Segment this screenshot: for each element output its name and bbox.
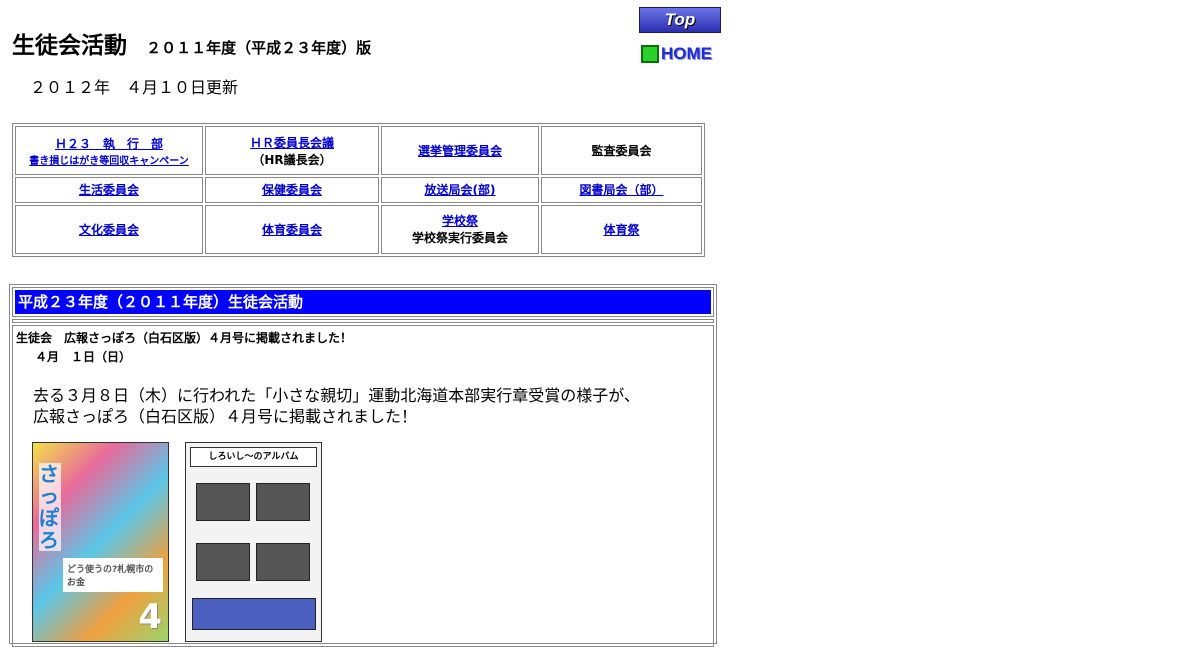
magazine-title: さっぽろ	[39, 462, 61, 552]
nav-cell-audit: 監査委員会	[541, 126, 702, 176]
album-photo	[256, 543, 310, 581]
nav-link-hr-chairs[interactable]: ＨＲ委員長会議	[250, 136, 334, 150]
news-section: 平成２３年度（２０１１年度）生徒会活動 生徒会 広報さっぽろ（白石区版）４月号に…	[9, 284, 717, 647]
nav-cell-election: 選挙管理委員会	[381, 126, 539, 176]
nav-cell-health: 保健委員会	[205, 177, 379, 203]
news-item-title: 生徒会 広報さっぽろ（白石区版）４月号に掲載されました！	[16, 331, 353, 345]
nav-cell-sports: 体育委員会	[205, 204, 379, 254]
nav-hr-sub: （HR議長会）	[252, 152, 332, 167]
magazine-issue: 4	[138, 597, 162, 637]
nav-link-sports[interactable]: 体育委員会	[262, 223, 322, 237]
nav-cell-sports-day: 体育祭	[541, 204, 702, 254]
nav-link-festival[interactable]: 学校祭	[442, 214, 478, 228]
home-icon	[641, 45, 659, 63]
magazine-cover-image[interactable]: さっぽろ どう使うの?札幌市のお金 4	[32, 442, 169, 642]
nav-link-election[interactable]: 選挙管理委員会	[418, 144, 502, 158]
nav-link-life[interactable]: 生活委員会	[79, 183, 139, 197]
updated-date: ２０１２年 ４月１０日更新	[30, 78, 239, 97]
page-title: 生徒会活動	[12, 33, 127, 59]
nav-link-culture[interactable]: 文化委員会	[79, 223, 139, 237]
album-title: しろいし〜のアルバム	[190, 447, 317, 467]
nav-cell-broadcast: 放送局会(部)	[381, 177, 539, 203]
nav-link-executive[interactable]: Ｈ２３ 執 行 部	[55, 137, 163, 151]
top-button[interactable]: Top	[639, 7, 721, 33]
nav-cell-culture: 文化委員会	[15, 204, 203, 254]
page-subtitle: ２０１１年度（平成２３年度）版	[146, 39, 372, 57]
news-heading-frame: 平成２３年度（２０１１年度）生徒会活動	[12, 287, 714, 317]
nav-link-library[interactable]: 図書局会（部）	[579, 183, 663, 197]
news-heading: 平成２３年度（２０１１年度）生徒会活動	[15, 290, 711, 314]
news-divider	[12, 319, 714, 323]
album-page-image[interactable]: しろいし〜のアルバム	[185, 442, 322, 642]
nav-link-health[interactable]: 保健委員会	[262, 183, 322, 197]
nav-cell-executive: Ｈ２３ 執 行 部 書き損じはがき等回収キャンペーン	[15, 126, 203, 176]
home-button-label: HOME	[661, 44, 712, 63]
nav-link-broadcast[interactable]: 放送局会(部)	[425, 183, 496, 197]
nav-link-sports-day[interactable]: 体育祭	[603, 223, 639, 237]
album-photo	[196, 483, 250, 521]
nav-cell-festival: 学校祭 学校祭実行委員会	[381, 204, 539, 254]
nav-cell-hr: ＨＲ委員長会議 （HR議長会）	[205, 126, 379, 176]
album-photo	[196, 543, 250, 581]
page-title-row: 生徒会活動 ２０１１年度（平成２３年度）版	[12, 26, 371, 60]
news-item-date: ４月 １日（日）	[35, 350, 132, 364]
nav-festival-sub: 学校祭実行委員会	[411, 231, 508, 246]
home-button[interactable]: HOME	[641, 41, 721, 67]
nav-cell-library: 図書局会（部）	[541, 177, 702, 203]
magazine-label: どう使うの?札幌市のお金	[63, 558, 163, 592]
committee-nav-table: Ｈ２３ 執 行 部 書き損じはがき等回収キャンペーン ＨＲ委員長会議 （HR議長…	[12, 123, 705, 257]
nav-link-postcard-campaign[interactable]: 書き損じはがき等回収キャンペーン	[29, 156, 189, 167]
nav-cell-life: 生活委員会	[15, 177, 203, 203]
album-photo	[256, 483, 310, 521]
news-item: 生徒会 広報さっぽろ（白石区版）４月号に掲載されました！ ４月 １日（日） 去る…	[12, 325, 714, 647]
news-item-text-line2: 広報さっぽろ（白石区版）４月号に掲載されました！	[33, 407, 418, 426]
nav-audit: 監査委員会	[591, 144, 652, 159]
album-banner	[192, 598, 316, 630]
